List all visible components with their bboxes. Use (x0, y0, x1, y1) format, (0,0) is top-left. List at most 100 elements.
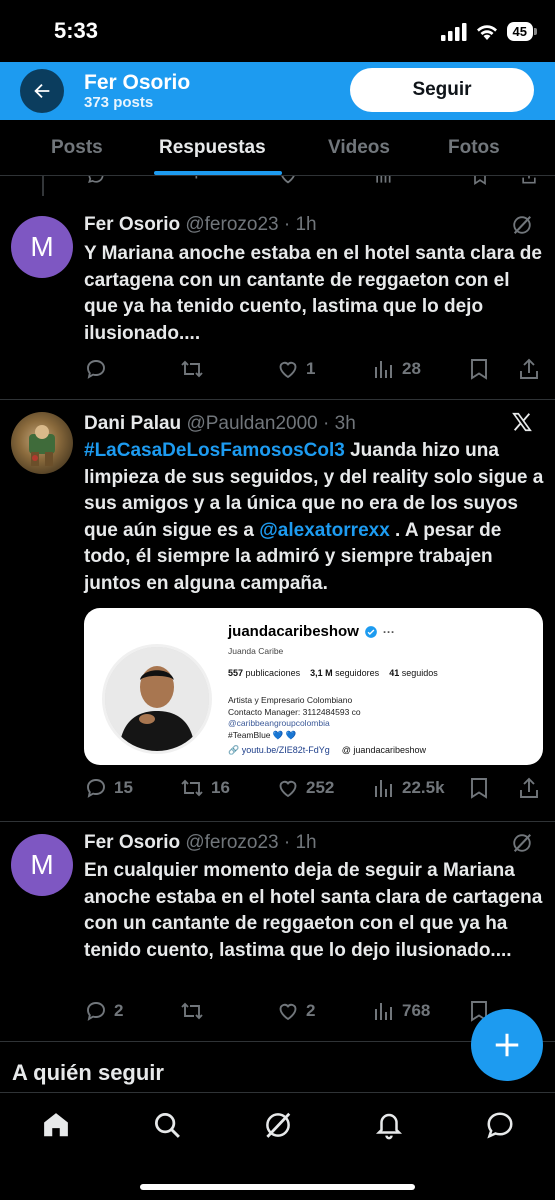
who-to-follow-heading: A quién seguir (12, 1060, 164, 1085)
tweet[interactable]: M Fer Osorio @ferozo23 · 1h Y Mariana an… (0, 196, 555, 400)
repost-button[interactable] (179, 357, 211, 381)
grok-icon[interactable] (511, 832, 533, 854)
follow-button[interactable]: Seguir (350, 68, 534, 112)
active-tab-indicator (154, 171, 282, 175)
tweet-header: Fer Osorio @ferozo23 · 1h (84, 832, 317, 854)
author-name[interactable]: Fer Osorio (84, 214, 180, 235)
repost-icon (181, 360, 203, 378)
x-logo-icon[interactable] (511, 411, 533, 433)
reply-button[interactable] (84, 357, 114, 381)
tweet-time: · 3h (323, 413, 356, 434)
card-username: juandacaribeshow ··· (228, 623, 395, 640)
card-link-icon: 🔗 youtu.be/ZIE82t-FdYg (228, 745, 330, 755)
hashtag-link[interactable]: #LaCasaDeLosFamososCol3 (84, 440, 345, 461)
avatar-image (29, 425, 55, 466)
status-time: 5:33 (54, 18, 99, 43)
home-icon (44, 1113, 68, 1137)
nav-grok[interactable] (262, 1109, 294, 1141)
like-button[interactable]: 1 (276, 357, 315, 381)
mention-link[interactable]: @alexatorrexx (259, 520, 390, 541)
views-button[interactable]: 768 (372, 999, 430, 1023)
share-button[interactable] (518, 357, 540, 381)
home-indicator (140, 1184, 415, 1190)
reply-button[interactable]: 2 (84, 999, 123, 1023)
like-icon (279, 1003, 297, 1021)
author-handle[interactable]: @ferozo23 (185, 214, 278, 235)
battery-indicator: 45 (506, 22, 538, 41)
tweet-header: Fer Osorio @ferozo23 · 1h (84, 214, 317, 236)
bookmark-button[interactable] (468, 776, 490, 800)
tweet-text: #LaCasaDeLosFamososCol3 Juanda hizo una … (84, 440, 544, 594)
card-display-name: Juanda Caribe (228, 646, 284, 656)
verified-badge-icon (365, 625, 377, 638)
grok-icon (266, 1112, 291, 1138)
tweet[interactable]: M Fer Osorio @ferozo23 · 1h En cualquier… (0, 822, 555, 1042)
like-icon (279, 361, 297, 379)
tab-videos[interactable]: Videos (328, 120, 390, 176)
author-name[interactable]: Dani Palau (84, 413, 181, 434)
signal-icon (440, 22, 467, 41)
profile-tabs: Posts Respuestas Videos Fotos (0, 120, 555, 176)
tweet-time: · 1h (283, 832, 317, 853)
tweet-text: Y Mariana anoche estaba en el hotel sant… (84, 243, 542, 344)
tweet-actions: 2 2 768 (84, 999, 544, 1025)
author-name[interactable]: Fer Osorio (84, 832, 180, 853)
bookmark-icon (471, 778, 487, 799)
reply-button[interactable]: 15 (84, 776, 133, 800)
nav-home[interactable] (40, 1109, 72, 1141)
status-icons: 45 (440, 22, 538, 41)
messages-icon (487, 1112, 513, 1139)
card-threads: @ juandacaribeshow (341, 745, 426, 755)
like-button[interactable]: 252 (276, 776, 334, 800)
author-handle[interactable]: @ferozo23 (185, 832, 278, 853)
notifications-icon (375, 1113, 403, 1140)
avatar[interactable] (11, 412, 73, 474)
tweet-header: Dani Palau @Pauldan2000 · 3h (84, 413, 356, 435)
share-icon (520, 777, 538, 798)
like-button[interactable]: 2 (276, 999, 315, 1023)
previous-tweet-actions (0, 176, 555, 188)
back-button[interactable] (20, 69, 64, 113)
nav-notifications[interactable] (373, 1109, 405, 1141)
tab-posts[interactable]: Posts (51, 120, 103, 176)
reply-icon (87, 1002, 105, 1021)
avatar[interactable]: M (11, 834, 73, 896)
search-icon (155, 1113, 180, 1138)
tweet-actions: 15 16 252 22.5k (84, 776, 544, 802)
views-icon (375, 361, 392, 378)
card-bio: Artista y Empresario Colombiano Contacto… (228, 695, 361, 740)
tab-respuestas[interactable]: Respuestas (159, 120, 266, 176)
views-button[interactable]: 22.5k (372, 776, 445, 800)
grok-icon[interactable] (511, 214, 533, 236)
author-handle[interactable]: @Pauldan2000 (186, 413, 317, 434)
tab-fotos[interactable]: Fotos (448, 120, 500, 176)
views-icon (375, 1003, 392, 1020)
more-icon: ··· (382, 624, 395, 639)
status-bar: 5:33 45 (0, 0, 555, 62)
share-button[interactable] (518, 776, 540, 800)
media-card[interactable]: juandacaribeshow ··· Juanda Caribe 557 p… (84, 608, 543, 765)
wifi-icon (476, 24, 497, 40)
tweet-actions: 1 28 (84, 357, 544, 383)
repost-button[interactable]: 16 (179, 776, 230, 800)
repost-button[interactable] (179, 999, 211, 1023)
bookmark-button[interactable] (468, 357, 490, 381)
card-profile-photo (102, 644, 212, 754)
views-icon (375, 780, 392, 797)
avatar[interactable]: M (11, 216, 73, 278)
card-links: 🔗 youtu.be/ZIE82t-FdYg @ juandacaribesho… (228, 745, 426, 756)
views-button[interactable]: 28 (372, 357, 421, 381)
repost-icon (181, 779, 203, 797)
plus-icon (495, 1033, 519, 1057)
tweet-text: En cualquier momento deja de seguir a Ma… (84, 860, 543, 961)
like-icon (279, 780, 297, 798)
tweet[interactable]: Dani Palau @Pauldan2000 · 3h #LaCasaDeLo… (0, 400, 555, 822)
share-icon (520, 358, 538, 379)
nav-search[interactable] (151, 1109, 183, 1141)
repost-icon (181, 1002, 203, 1020)
bookmark-icon (471, 359, 487, 380)
nav-messages[interactable] (484, 1109, 516, 1141)
tweet-time: · 1h (283, 214, 317, 235)
compose-button[interactable] (471, 1009, 543, 1081)
card-stats: 557 publicaciones 3,1 M seguidores 41 se… (228, 668, 438, 678)
